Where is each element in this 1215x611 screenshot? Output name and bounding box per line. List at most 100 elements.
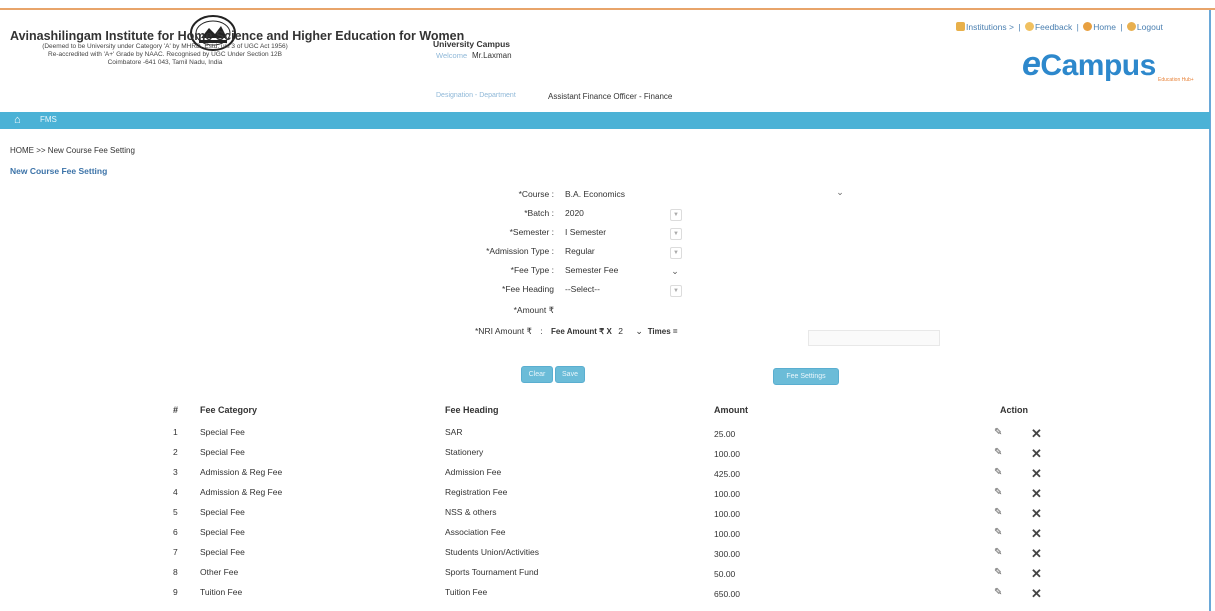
- campus-title: University Campus: [433, 39, 510, 49]
- chevron-down-icon[interactable]: ▼: [670, 247, 682, 259]
- chevron-down-icon[interactable]: ▼: [670, 209, 682, 221]
- breadcrumb: HOME >> New Course Fee Setting: [10, 146, 135, 155]
- home-icon[interactable]: ⌂: [14, 114, 26, 126]
- row-number: 4: [173, 487, 178, 497]
- chevron-down-icon[interactable]: ▼: [670, 285, 682, 297]
- table-row: 3 Admission & Reg Fee Admission Fee 425.00 ✎…: [0, 467, 1215, 487]
- admission-type-select[interactable]: Regular: [565, 246, 595, 256]
- nav-item-fms[interactable]: FMS: [40, 115, 57, 124]
- course-label: *Course :: [518, 189, 554, 199]
- close-icon[interactable]: ✕: [1031, 527, 1043, 540]
- close-icon[interactable]: ✕: [1031, 587, 1043, 600]
- pencil-icon[interactable]: ✎: [994, 428, 1004, 438]
- home-icon: [1083, 22, 1093, 31]
- chevron-down-icon[interactable]: ⌄: [835, 187, 845, 197]
- fee-heading-cell: Association Fee: [445, 527, 506, 537]
- nri-amount-label: *NRI Amount ₹: [475, 326, 532, 336]
- institution-line-1: (Deemed to be University under Category …: [42, 43, 288, 50]
- amount-cell: 300.00: [714, 549, 740, 559]
- row-number: 2: [173, 447, 178, 457]
- chevron-down-icon[interactable]: ▼: [670, 228, 682, 240]
- nav-bar: ⌂ FMS: [0, 112, 1210, 129]
- table-row: 1 Special Fee SAR 25.00 ✎ ✕: [0, 427, 1215, 447]
- logout-link[interactable]: Logout: [1137, 22, 1163, 32]
- chevron-down-icon[interactable]: ⌄: [635, 326, 645, 337]
- pencil-icon[interactable]: ✎: [994, 528, 1004, 538]
- brand-tagline: Education Hub+: [1158, 77, 1194, 83]
- designation-label: Designation - Department: [436, 92, 516, 99]
- fee-heading-cell: Admission Fee: [445, 467, 502, 477]
- fee-category-cell: Admission & Reg Fee: [200, 487, 283, 497]
- fee-heading-cell: Registration Fee: [445, 487, 508, 497]
- fee-category-cell: Other Fee: [200, 567, 239, 577]
- pencil-icon[interactable]: ✎: [994, 568, 1004, 578]
- welcome-user: Mr.Laxman: [472, 51, 512, 60]
- top-border: [0, 8, 1215, 10]
- pencil-icon[interactable]: ✎: [994, 508, 1004, 518]
- home-link[interactable]: Home: [1093, 22, 1116, 32]
- amount-cell: 100.00: [714, 509, 740, 519]
- batch-select[interactable]: 2020: [565, 208, 584, 218]
- ecampus-logo: eCampus: [1022, 45, 1156, 83]
- table-row: 9 Tuition Fee Tuition Fee 650.00 ✎ ✕: [0, 587, 1215, 607]
- feedback-link[interactable]: Feedback: [1035, 22, 1072, 32]
- nri-amount-field[interactable]: [808, 330, 940, 346]
- table-row: 7 Special Fee Students Union/Activities 300…: [0, 547, 1215, 567]
- nri-times-select[interactable]: 2: [618, 326, 623, 336]
- welcome-label: Welcome: [436, 51, 468, 60]
- amount-cell: 50.00: [714, 569, 736, 579]
- row-number: 5: [173, 507, 178, 517]
- separator: |: [1076, 22, 1079, 32]
- close-icon[interactable]: ✕: [1031, 467, 1043, 480]
- institution-name: Avinashilingam Institute for Home Scienc…: [10, 29, 465, 43]
- fee-heading-cell: SAR: [445, 427, 463, 437]
- semester-select[interactable]: I Semester: [565, 227, 606, 237]
- nri-fee-text: Fee Amount ₹ X: [551, 327, 612, 336]
- nri-amount-row: *NRI Amount ₹ : Fee Amount ₹ X 2 ⌄ Times…: [475, 326, 678, 337]
- table-row: 5 Special Fee NSS & others 100.00 ✎ ✕: [0, 507, 1215, 527]
- close-icon[interactable]: ✕: [1031, 507, 1043, 520]
- pencil-icon[interactable]: ✎: [994, 588, 1004, 598]
- course-select[interactable]: B.A. Economics: [565, 189, 625, 199]
- table-row: 8 Other Fee Sports Tournament Fund 50.00 ✎ ✕: [0, 567, 1215, 587]
- fee-category-cell: Special Fee: [200, 547, 245, 557]
- fee-category-cell: Special Fee: [200, 427, 245, 437]
- brand-name: Campus: [1040, 49, 1156, 82]
- close-icon[interactable]: ✕: [1031, 447, 1043, 460]
- fee-settings-button[interactable]: Fee Settings: [773, 368, 839, 385]
- close-icon[interactable]: ✕: [1031, 547, 1043, 560]
- row-number: 6: [173, 527, 178, 537]
- pencil-icon[interactable]: ✎: [994, 448, 1004, 458]
- amount-cell: 100.00: [714, 449, 740, 459]
- fee-heading-cell: Sports Tournament Fund: [445, 567, 539, 577]
- close-icon[interactable]: ✕: [1031, 487, 1043, 500]
- batch-label: *Batch :: [524, 208, 554, 218]
- fee-heading-cell: Students Union/Activities: [445, 547, 540, 557]
- institution-line-2: Re-accredited with 'A+' Grade by NAAC. R…: [48, 51, 282, 58]
- clear-button[interactable]: Clear: [521, 366, 553, 383]
- save-button[interactable]: Save: [555, 366, 585, 383]
- pencil-icon[interactable]: ✎: [994, 468, 1004, 478]
- separator: |: [1018, 22, 1021, 32]
- fee-heading-select[interactable]: --Select--: [565, 284, 600, 294]
- fee-heading-cell: Tuition Fee: [445, 587, 488, 597]
- feedback-icon: [1024, 22, 1034, 31]
- institutions-link[interactable]: Institutions >: [966, 22, 1014, 32]
- pencil-icon[interactable]: ✎: [994, 488, 1004, 498]
- row-number: 7: [173, 547, 178, 557]
- pencil-icon[interactable]: ✎: [994, 548, 1004, 558]
- close-icon[interactable]: ✕: [1031, 427, 1043, 440]
- fee-category-cell: Special Fee: [200, 447, 245, 457]
- fee-type-select[interactable]: Semester Fee: [565, 265, 618, 275]
- fee-category-cell: Special Fee: [200, 527, 245, 537]
- row-number: 9: [173, 587, 178, 597]
- nri-times-suffix: Times =: [647, 327, 678, 336]
- chevron-down-icon[interactable]: ⌄: [670, 266, 680, 276]
- close-icon[interactable]: ✕: [1031, 567, 1043, 580]
- row-number: 8: [173, 567, 178, 577]
- fee-heading-cell: NSS & others: [445, 507, 497, 517]
- col-header-number: #: [173, 405, 179, 415]
- nri-separator: :: [540, 326, 543, 336]
- row-number: 3: [173, 467, 178, 477]
- admission-type-label: *Admission Type :: [486, 246, 554, 256]
